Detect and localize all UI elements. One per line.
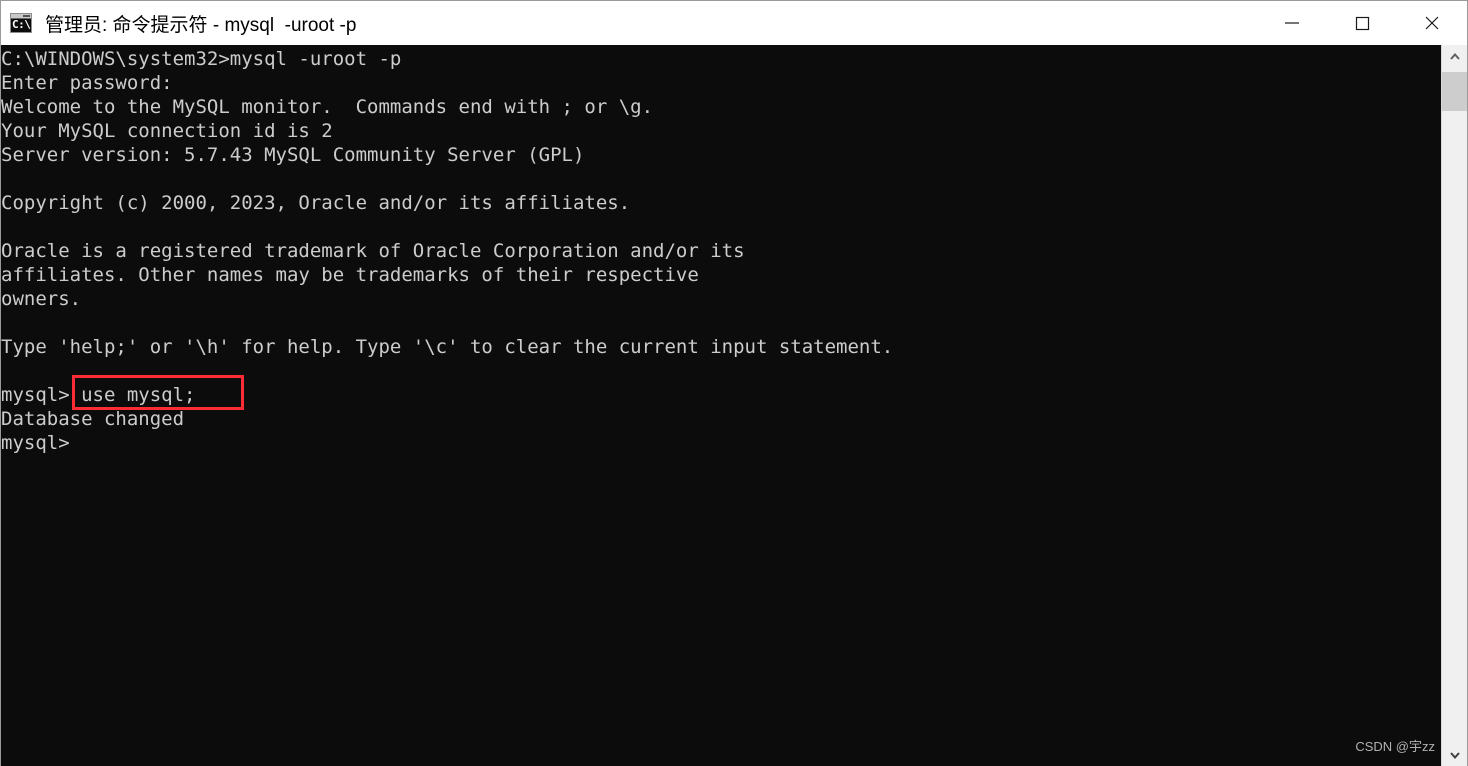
terminal-line: owners.	[1, 288, 82, 310]
scroll-up-button[interactable]	[1442, 45, 1467, 69]
scroll-down-button[interactable]	[1442, 743, 1467, 766]
terminal-line: Database changed	[1, 408, 185, 430]
title-bar[interactable]: C:\ 管理员: 命令提示符 - mysql -uroot -p	[1, 1, 1467, 45]
minimize-button[interactable]	[1257, 1, 1327, 45]
title-bar-left: C:\ 管理员: 命令提示符 - mysql -uroot -p	[1, 10, 1257, 37]
vertical-scrollbar[interactable]	[1441, 45, 1467, 766]
maximize-icon	[1355, 16, 1370, 31]
terminal-text: C:\WINDOWS\system32>mysql -uroot -p Enter…	[1, 45, 1443, 455]
close-icon	[1425, 16, 1439, 30]
terminal-line: affiliates. Other names may be trademark…	[1, 264, 699, 286]
terminal-line: Server version: 5.7.43 MySQL Community S…	[1, 144, 585, 166]
terminal-line: Oracle is a registered trademark of Orac…	[1, 240, 745, 262]
close-button[interactable]	[1397, 1, 1467, 45]
console-window: C:\ 管理员: 命令提示符 - mysql -uroot -p C:\WIND…	[0, 0, 1468, 766]
terminal-line: Copyright (c) 2000, 2023, Oracle and/or …	[1, 192, 631, 214]
window-title: 管理员: 命令提示符 - mysql -uroot -p	[45, 14, 357, 36]
maximize-button[interactable]	[1327, 1, 1397, 45]
terminal-line: Your MySQL connection id is 2	[1, 120, 333, 142]
terminal-line: C:\WINDOWS\system32>mysql -uroot -p	[1, 48, 402, 70]
terminal-line: Type 'help;' or '\h' for help. Type '\c'…	[1, 336, 894, 358]
minimize-icon	[1285, 22, 1299, 24]
watermark-text: CSDN @宇zz	[1355, 739, 1435, 754]
terminal-output-area[interactable]: C:\WINDOWS\system32>mysql -uroot -p Enter…	[1, 45, 1443, 766]
chevron-up-icon	[1449, 52, 1460, 60]
cmd-console-icon: C:\	[10, 13, 32, 33]
terminal-line: Enter password:	[1, 72, 173, 94]
cmd-icon-glyph: C:\	[12, 18, 31, 31]
terminal-line: mysql> use mysql;	[1, 384, 196, 406]
scrollbar-thumb[interactable]	[1442, 72, 1467, 111]
window-controls	[1257, 1, 1467, 45]
terminal-line: Welcome to the MySQL monitor. Commands e…	[1, 96, 654, 118]
terminal-line: mysql>	[1, 432, 70, 454]
chevron-down-icon	[1449, 752, 1460, 760]
